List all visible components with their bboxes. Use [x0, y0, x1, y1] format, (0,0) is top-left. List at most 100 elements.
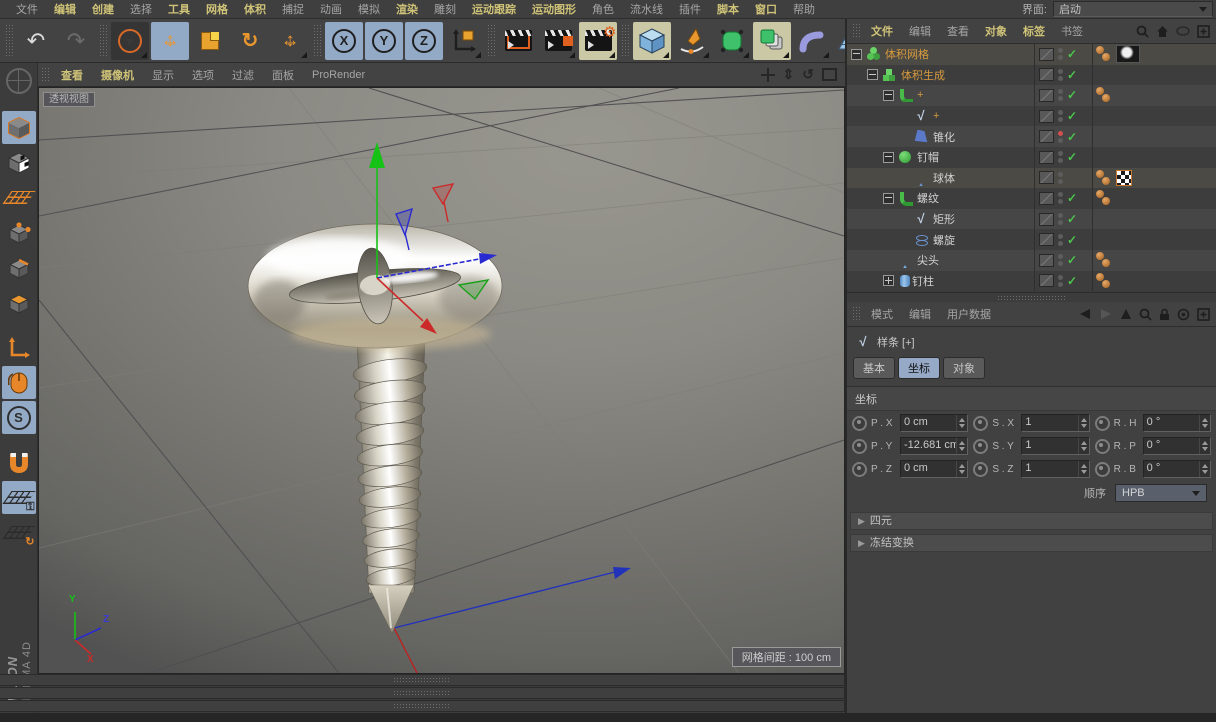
object-row[interactable]: 锥化 [847, 126, 1216, 147]
edit-render-settings-button[interactable]: ⚙ [579, 22, 617, 60]
menu-snap[interactable]: 捕捉 [274, 1, 312, 17]
pz-value[interactable]: 0 cm [901, 461, 956, 477]
render-visibility-dot[interactable] [1058, 241, 1063, 246]
stepper-icon[interactable] [1199, 415, 1210, 431]
stepper-icon[interactable] [1078, 461, 1089, 477]
object-row[interactable]: 钉柱 [847, 271, 1216, 292]
render-visibility-dot[interactable] [1058, 55, 1063, 60]
history-forward-icon[interactable] [1099, 308, 1113, 320]
enabled-check-icon[interactable] [1067, 150, 1080, 164]
stepper-icon[interactable] [1199, 461, 1210, 477]
add-panel-icon[interactable] [1197, 308, 1210, 321]
rotation-order-dropdown[interactable]: HPB [1115, 484, 1207, 502]
last-used-tool-button[interactable]: ↔↕ [271, 22, 309, 60]
magnet-snap-button[interactable] [2, 446, 36, 479]
enable-snap-button[interactable]: S [2, 401, 36, 434]
editor-visibility-dot[interactable] [1058, 69, 1063, 74]
quaternion-section-header[interactable]: ▶四元 [850, 512, 1213, 530]
vp-menu-options[interactable]: 选项 [183, 67, 223, 83]
pan-view-icon[interactable] [761, 68, 775, 82]
py-field[interactable]: -12.681 cm [900, 437, 968, 455]
vp-menu-panel[interactable]: 面板 [263, 67, 303, 83]
phong-tag-icon[interactable] [1096, 170, 1113, 186]
parent-up-icon[interactable] [1120, 308, 1132, 320]
object-name[interactable]: 体积网格 [885, 46, 929, 62]
menu-motion-tracker[interactable]: 运动跟踪 [464, 1, 524, 17]
object-name[interactable]: + [933, 110, 939, 122]
coordinate-system-button[interactable] [445, 22, 483, 60]
object-row[interactable]: 体积网格 [847, 44, 1216, 65]
menu-volume[interactable]: 体积 [236, 1, 274, 17]
menu-character[interactable]: 角色 [584, 1, 622, 17]
editor-visibility-dot[interactable] [1058, 254, 1063, 259]
object-name[interactable]: 体积生成 [901, 67, 945, 83]
search-icon[interactable] [1139, 308, 1152, 321]
menu-animate[interactable]: 动画 [312, 1, 350, 17]
keyframe-radio[interactable] [973, 416, 988, 431]
panel-grip[interactable] [393, 690, 451, 696]
editor-visibility-dot[interactable] [1058, 48, 1063, 53]
object-row[interactable]: + [847, 106, 1216, 127]
object-row[interactable]: 螺纹 [847, 188, 1216, 209]
menu-window[interactable]: 窗口 [747, 1, 785, 17]
phong-tag-icon[interactable] [1096, 46, 1113, 62]
render-visibility-dot[interactable] [1058, 158, 1063, 163]
editor-visibility-dot[interactable] [1058, 131, 1063, 136]
keyframe-radio[interactable] [973, 439, 988, 454]
collapse-icon[interactable] [883, 193, 894, 204]
coordinates-collapsed-bar[interactable] [0, 700, 845, 712]
tweak-mode-button[interactable] [2, 366, 36, 399]
layer-icon[interactable] [1039, 151, 1054, 164]
object-name[interactable]: 锥化 [933, 129, 955, 145]
collapse-icon[interactable] [883, 152, 894, 163]
convert-button[interactable] [2, 64, 36, 97]
history-back-icon[interactable] [1078, 308, 1092, 320]
enable-axis-button[interactable] [2, 331, 36, 364]
keyframe-radio[interactable] [1095, 462, 1110, 477]
menu-edit[interactable]: 编辑 [46, 1, 84, 17]
object-name[interactable]: + [917, 89, 923, 101]
spline-pen-button[interactable] [673, 22, 711, 60]
phong-tag-icon[interactable] [1096, 273, 1113, 289]
menu-create[interactable]: 创建 [84, 1, 122, 17]
render-visibility-dot[interactable] [1058, 261, 1063, 266]
stepper-icon[interactable] [956, 415, 967, 431]
zoom-view-icon[interactable]: ⇕ [783, 66, 795, 83]
editor-visibility-dot[interactable] [1058, 275, 1063, 280]
tab-object[interactable]: 对象 [943, 357, 985, 379]
enabled-check-icon[interactable] [1067, 191, 1080, 205]
enabled-check-icon[interactable] [1067, 130, 1080, 144]
polygons-mode-button[interactable] [2, 286, 36, 319]
render-visibility-dot[interactable] [1058, 76, 1063, 81]
layer-icon[interactable] [1039, 192, 1054, 205]
enabled-check-icon[interactable] [1067, 233, 1080, 247]
viewport-label[interactable]: 透视视图 [43, 92, 95, 107]
materials-collapsed-bar[interactable] [0, 687, 845, 699]
keyframe-radio[interactable] [1095, 439, 1110, 454]
pz-field[interactable]: 0 cm [900, 460, 968, 478]
om-menu-objects[interactable]: 对象 [977, 23, 1015, 39]
stepper-icon[interactable] [956, 438, 967, 454]
collapse-icon[interactable] [867, 69, 878, 80]
texture-mode-button[interactable] [2, 146, 36, 179]
editor-visibility-dot[interactable] [1058, 151, 1063, 156]
menu-plugins[interactable]: 插件 [671, 1, 709, 17]
toolbar-grip[interactable] [99, 24, 107, 58]
home-icon[interactable] [1156, 25, 1169, 38]
editor-visibility-dot[interactable] [1058, 172, 1063, 177]
toolbar-grip[interactable] [5, 24, 13, 58]
workplane-align-button[interactable]: ↻ [2, 516, 36, 549]
menu-script[interactable]: 脚本 [709, 1, 747, 17]
stepper-icon[interactable] [1078, 438, 1089, 454]
freeze-transform-section-header[interactable]: ▶冻结变换 [850, 534, 1213, 552]
object-row[interactable]: 球体 [847, 168, 1216, 189]
live-selection-button[interactable]: ➤ [111, 22, 149, 60]
subdivision-surface-button[interactable] [713, 22, 751, 60]
target-icon[interactable] [1177, 308, 1190, 321]
menu-simulate[interactable]: 模拟 [350, 1, 388, 17]
object-name[interactable]: 钉柱 [912, 273, 934, 289]
perspective-viewport[interactable]: 透视视图 Y Z X 网格间距 : 100 cm [38, 87, 845, 674]
toolbar-grip[interactable] [621, 24, 629, 58]
om-menu-edit[interactable]: 编辑 [901, 23, 939, 39]
am-menu-edit[interactable]: 编辑 [901, 306, 939, 322]
